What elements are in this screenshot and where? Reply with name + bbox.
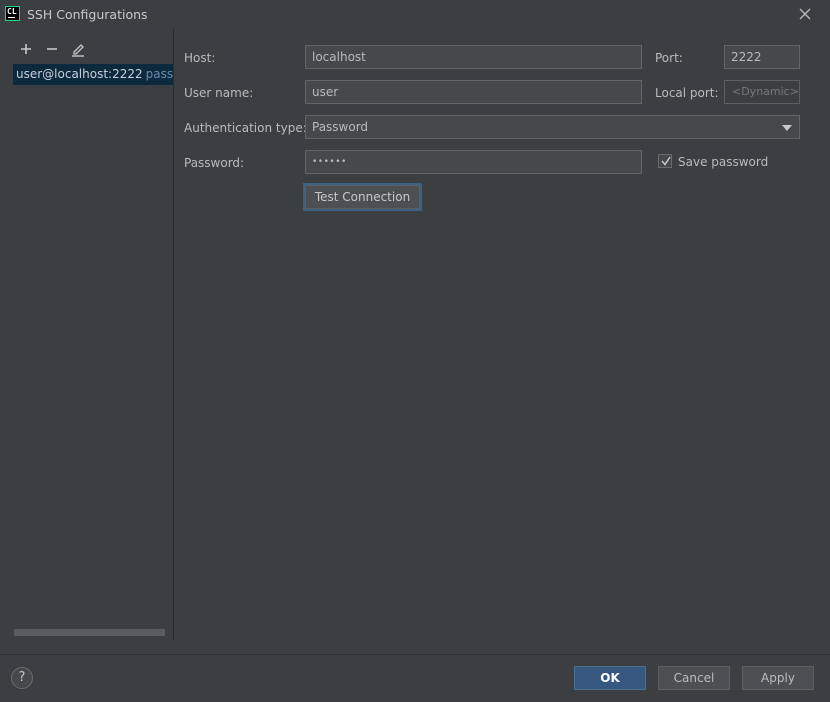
close-icon[interactable] [796,5,814,23]
port-input[interactable]: 2222 [724,45,800,69]
auth-type-value: Password [312,120,369,134]
port-label: Port: [655,51,683,65]
horizontal-scrollbar[interactable] [14,629,165,636]
password-label: Password: [184,156,245,170]
config-auth-label: password [145,67,173,81]
host-label: Host: [184,51,216,65]
auth-type-label: Authentication type: [184,121,307,135]
configurations-sidebar: user@localhost:2222password [0,28,174,640]
auth-type-select[interactable]: Password [305,115,800,139]
username-input[interactable]: user [305,80,642,104]
title-bar: CL SSH Configurations [0,0,830,28]
clion-logo-icon: CL [5,6,20,21]
remove-icon[interactable] [43,40,61,58]
config-host-label: user@localhost:2222 [16,67,143,81]
help-button[interactable]: ? [11,667,33,689]
test-connection-button[interactable]: Test Connection [305,185,420,209]
username-label: User name: [184,86,254,100]
window-title: SSH Configurations [27,7,148,22]
password-input[interactable]: •••••• [305,150,642,174]
save-password-checkbox[interactable] [658,154,672,168]
cancel-button[interactable]: Cancel [658,666,730,690]
ok-button[interactable]: OK [574,666,646,690]
local-port-input[interactable]: <Dynamic> [724,80,800,104]
save-password-label: Save password [678,155,769,169]
edit-icon[interactable] [69,40,87,58]
add-icon[interactable] [17,40,35,58]
list-item-ssh-config[interactable]: user@localhost:2222password [13,64,173,85]
check-icon [661,156,671,166]
footer-divider [0,654,830,655]
host-input[interactable]: localhost [305,45,642,69]
local-port-label: Local port: [655,86,719,100]
chevron-down-icon [782,125,792,131]
apply-button[interactable]: Apply [742,666,814,690]
